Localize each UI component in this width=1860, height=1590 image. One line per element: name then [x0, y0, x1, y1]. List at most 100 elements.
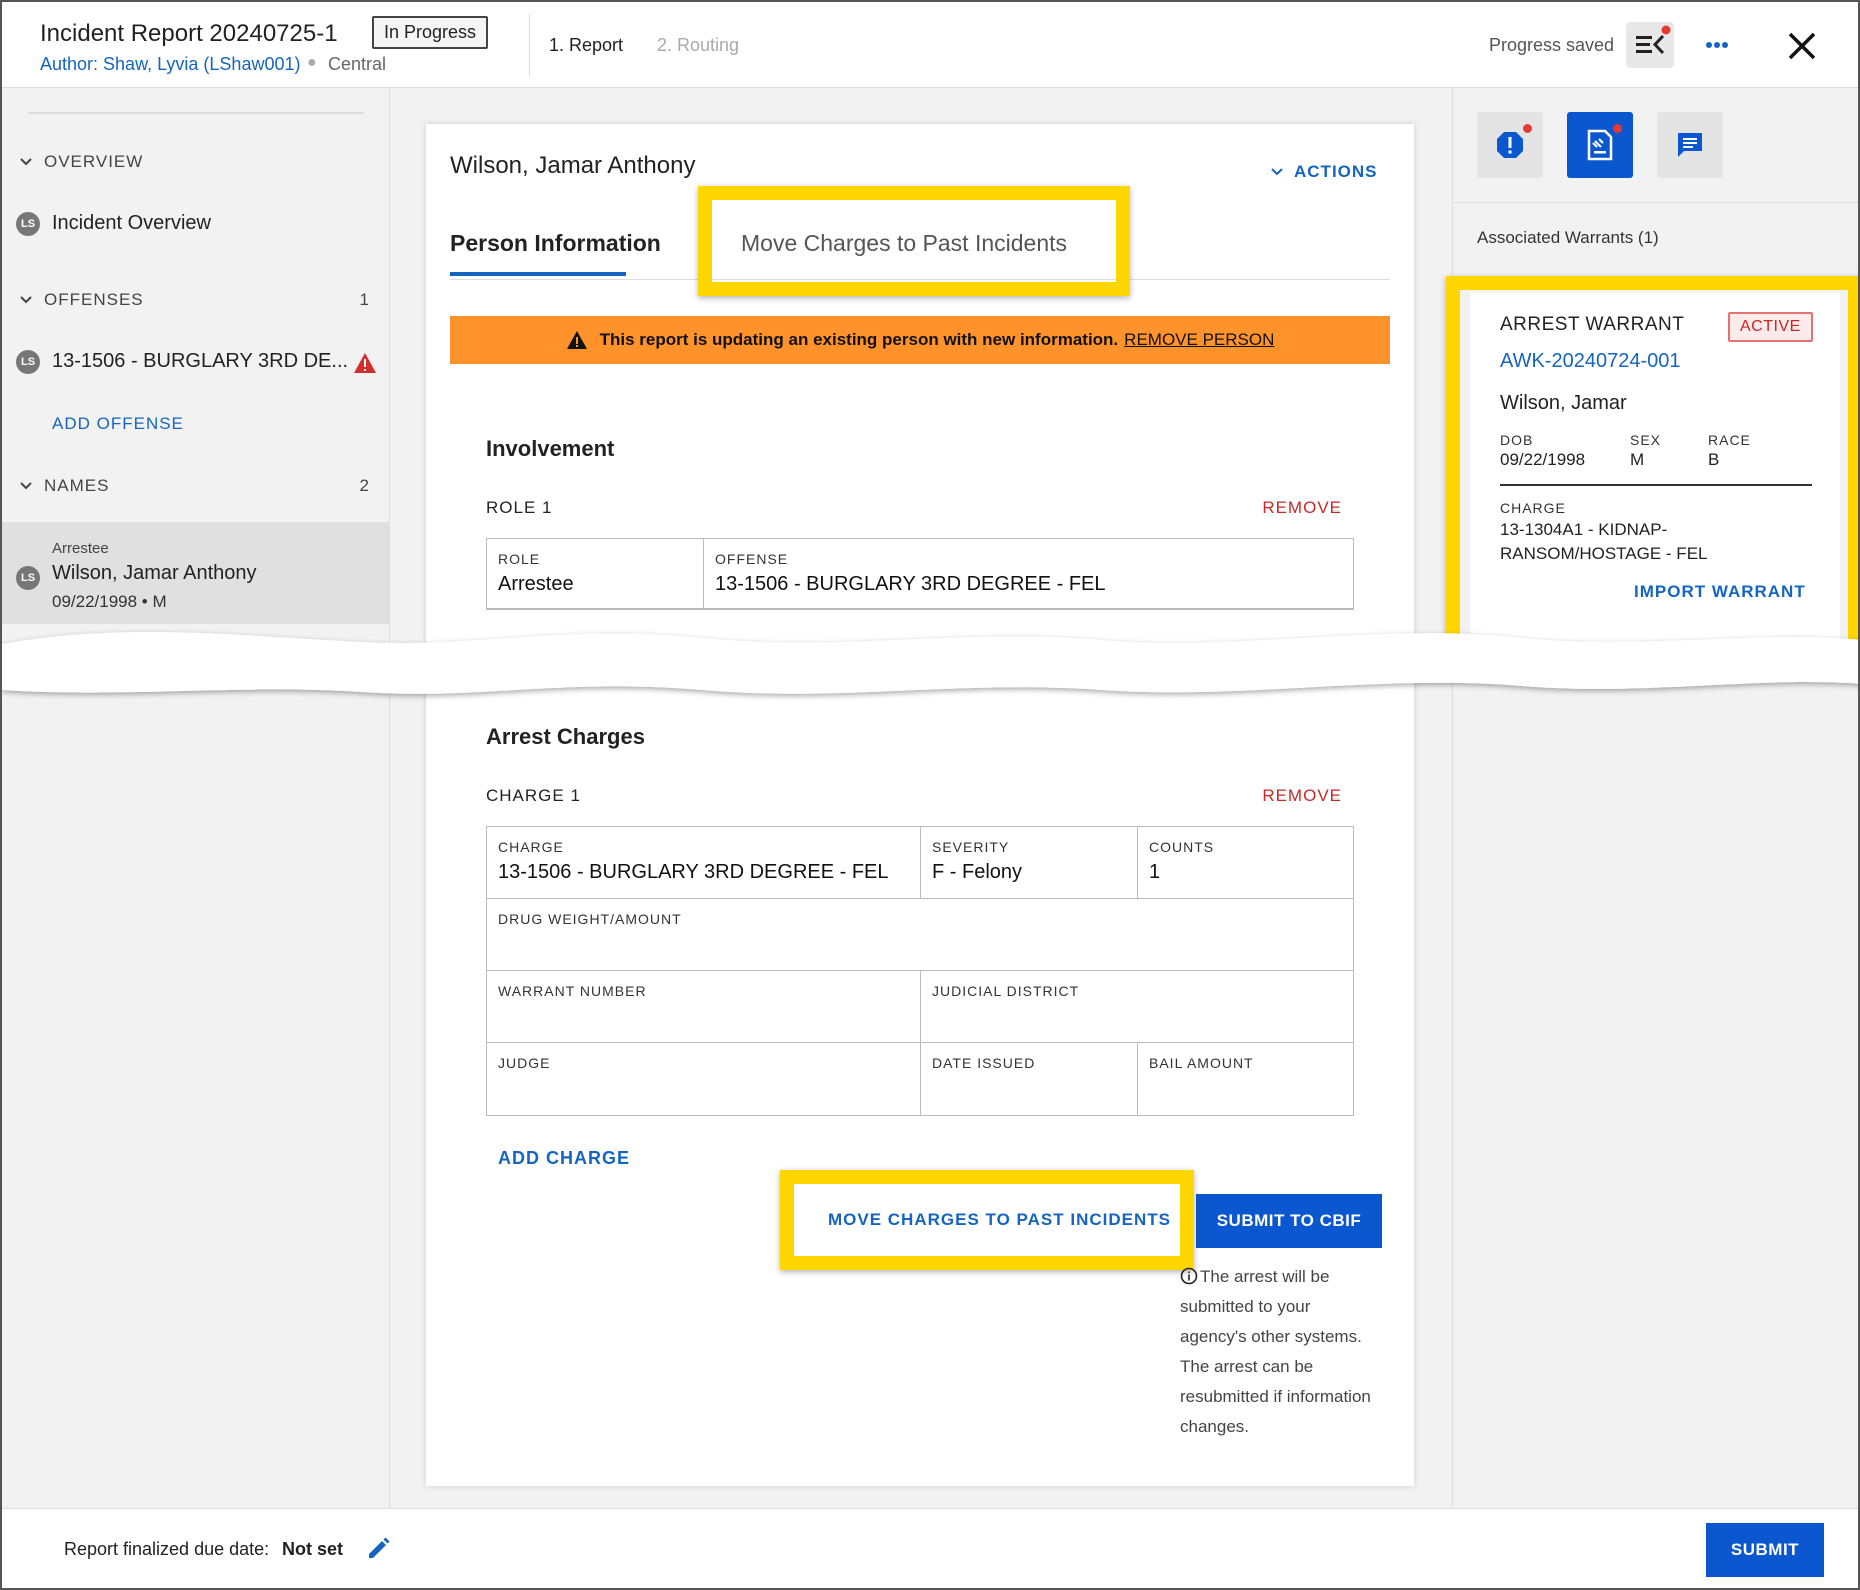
role-value: Arrestee — [498, 573, 574, 595]
warrant-title: ARREST WARRANT — [1500, 314, 1685, 335]
chevron-down-icon — [20, 158, 32, 166]
panel-divider — [1453, 202, 1858, 203]
person-name: Wilson, Jamar Anthony — [450, 152, 696, 179]
offenses-count: 1 — [359, 290, 369, 309]
role-grid: ROLE Arrestee OFFENSE 13-1506 - BURGLARY… — [486, 538, 1354, 610]
warrant-number-label: WARRANT NUMBER — [498, 983, 647, 999]
edit-due-date-button[interactable] — [366, 1535, 392, 1561]
race-label: RACE — [1708, 432, 1751, 448]
judge-field[interactable]: JUDGE — [487, 1043, 921, 1115]
left-sidebar: OVERVIEW LS Incident Overview OFFENSES 1… — [2, 88, 390, 1508]
submit-info-note: The arrest will be submitted to your age… — [1180, 1262, 1380, 1442]
add-offense-button[interactable]: ADD OFFENSE — [52, 414, 184, 434]
author-link[interactable]: Author: Shaw, Lyvia (LShaw001) — [40, 54, 300, 75]
update-banner: This report is updating an existing pers… — [450, 316, 1390, 364]
section-overview-toggle[interactable]: OVERVIEW — [18, 152, 143, 172]
submit-button[interactable]: SUBMIT — [1706, 1523, 1824, 1577]
associated-warrants-heading: Associated Warrants (1) — [1477, 228, 1659, 247]
charge-field[interactable]: CHARGE 13-1506 - BURGLARY 3RD DEGREE - F… — [487, 827, 921, 899]
severity-field[interactable]: SEVERITY F - Felony — [921, 827, 1138, 899]
actions-button[interactable]: ACTIONS — [1270, 162, 1378, 182]
warrant-divider — [1500, 484, 1812, 486]
name-role: Arrestee — [52, 540, 109, 557]
separator-dot: ● — [307, 54, 317, 71]
sidebar-item-incident-overview[interactable]: Incident Overview — [52, 212, 211, 235]
offense-label: OFFENSE — [715, 551, 789, 567]
notification-dot — [1523, 124, 1532, 133]
warning-icon — [354, 353, 376, 373]
sidebar-divider — [28, 112, 364, 114]
more-options-button[interactable] — [1697, 24, 1737, 64]
warrant-card: ARREST WARRANT ACTIVE AWK-20240724-001 W… — [1470, 292, 1840, 642]
charge-label: CHARGE — [498, 839, 564, 855]
offense-value: 13-1506 - BURGLARY 3RD DEGREE - FEL — [715, 573, 1106, 595]
warrant-number-field[interactable]: WARRANT NUMBER — [487, 971, 921, 1043]
pencil-icon — [369, 1537, 390, 1558]
remove-role-button[interactable]: REMOVE — [1262, 498, 1342, 518]
sex-value: M — [1630, 450, 1645, 469]
step-routing[interactable]: 2. Routing — [657, 35, 739, 56]
import-warrant-button[interactable]: IMPORT WARRANT — [1634, 582, 1806, 602]
warrant-person-name: Wilson, Jamar — [1500, 392, 1627, 414]
charge-header: CHARGE 1 — [486, 786, 581, 805]
info-icon — [1180, 1267, 1198, 1285]
role-field[interactable]: ROLE Arrestee — [487, 539, 704, 609]
offense-field[interactable]: OFFENSE 13-1506 - BURGLARY 3RD DEGREE - … — [704, 539, 1353, 609]
avatar: LS — [16, 212, 40, 236]
sidebar-item-offense[interactable]: 13-1506 - BURGLARY 3RD DE... — [52, 350, 348, 373]
role-header: ROLE 1 — [486, 498, 553, 517]
warrants-button[interactable] — [1567, 112, 1633, 178]
remove-person-link[interactable]: REMOVE PERSON — [1124, 330, 1274, 350]
report-title: Incident Report 20240725-1 — [40, 20, 338, 47]
section-offenses-label: OFFENSES — [44, 290, 144, 309]
submit-to-cbif-button[interactable]: SUBMIT TO CBIF — [1196, 1194, 1382, 1248]
panel-toggle-button[interactable] — [1626, 22, 1674, 68]
avatar: LS — [16, 350, 40, 374]
bail-amount-field[interactable]: BAIL AMOUNT — [1138, 1043, 1353, 1115]
sidebar-item-arrestee[interactable]: Arrestee LS Wilson, Jamar Anthony 09/22/… — [2, 522, 389, 624]
chevron-down-icon — [20, 296, 32, 304]
step-report[interactable]: 1. Report — [549, 35, 623, 56]
add-charge-button[interactable]: ADD CHARGE — [498, 1148, 630, 1169]
info-note-text: The arrest will be submitted to your age… — [1180, 1267, 1371, 1436]
warrant-number-link[interactable]: AWK-20240724-001 — [1500, 350, 1681, 373]
sex-label: SEX — [1630, 432, 1662, 448]
avatar: LS — [16, 566, 40, 590]
charge-grid: CHARGE 13-1506 - BURGLARY 3RD DEGREE - F… — [486, 826, 1354, 1116]
date-issued-label: DATE ISSUED — [932, 1055, 1036, 1071]
region-label: Central — [328, 54, 387, 74]
warrant-charge-value: 13-1304A1 - KIDNAP-RANSOM/HOSTAGE - FEL — [1500, 520, 1708, 563]
warrant-charge-label: CHARGE — [1500, 500, 1566, 516]
section-overview-label: OVERVIEW — [44, 152, 144, 171]
comments-button[interactable] — [1657, 112, 1723, 178]
drug-weight-field[interactable]: DRUG WEIGHT/AMOUNT — [487, 899, 1353, 971]
alerts-button[interactable] — [1477, 112, 1543, 178]
person-card: Wilson, Jamar Anthony ACTIONS Person Inf… — [426, 124, 1414, 1486]
status-badge: In Progress — [372, 16, 489, 49]
counts-field[interactable]: COUNTS 1 — [1138, 827, 1353, 899]
section-offenses-toggle[interactable]: OFFENSES — [18, 290, 144, 310]
dob-value: 09/22/1998 — [1500, 450, 1586, 469]
date-issued-field[interactable]: DATE ISSUED — [921, 1043, 1138, 1115]
names-count: 2 — [359, 476, 369, 495]
document-gavel-icon — [1587, 129, 1613, 161]
warrant-status-badge: ACTIVE — [1728, 312, 1813, 342]
tab-person-information[interactable]: Person Information — [450, 230, 661, 257]
actions-label: ACTIONS — [1294, 162, 1378, 181]
header-divider — [529, 14, 530, 76]
close-button[interactable] — [1780, 24, 1824, 68]
judicial-district-field[interactable]: JUDICIAL DISTRICT — [921, 971, 1353, 1043]
role-label: ROLE — [498, 551, 541, 567]
section-names-toggle[interactable]: NAMES — [18, 476, 109, 496]
notification-dot — [1613, 124, 1622, 133]
active-tab-indicator — [450, 272, 626, 276]
page-break-tear — [2, 632, 1858, 694]
dob-label: DOB — [1500, 432, 1534, 448]
more-horizontal-icon — [1706, 42, 1728, 48]
name-meta: 09/22/1998 • M — [52, 592, 167, 611]
tab-move-charges[interactable]: Move Charges to Past Incidents — [741, 230, 1067, 257]
remove-charge-button[interactable]: REMOVE — [1262, 786, 1342, 806]
banner-text: This report is updating an existing pers… — [599, 330, 1119, 349]
move-charges-button[interactable]: MOVE CHARGES TO PAST INCIDENTS — [828, 1210, 1171, 1230]
counts-label: COUNTS — [1149, 839, 1215, 855]
